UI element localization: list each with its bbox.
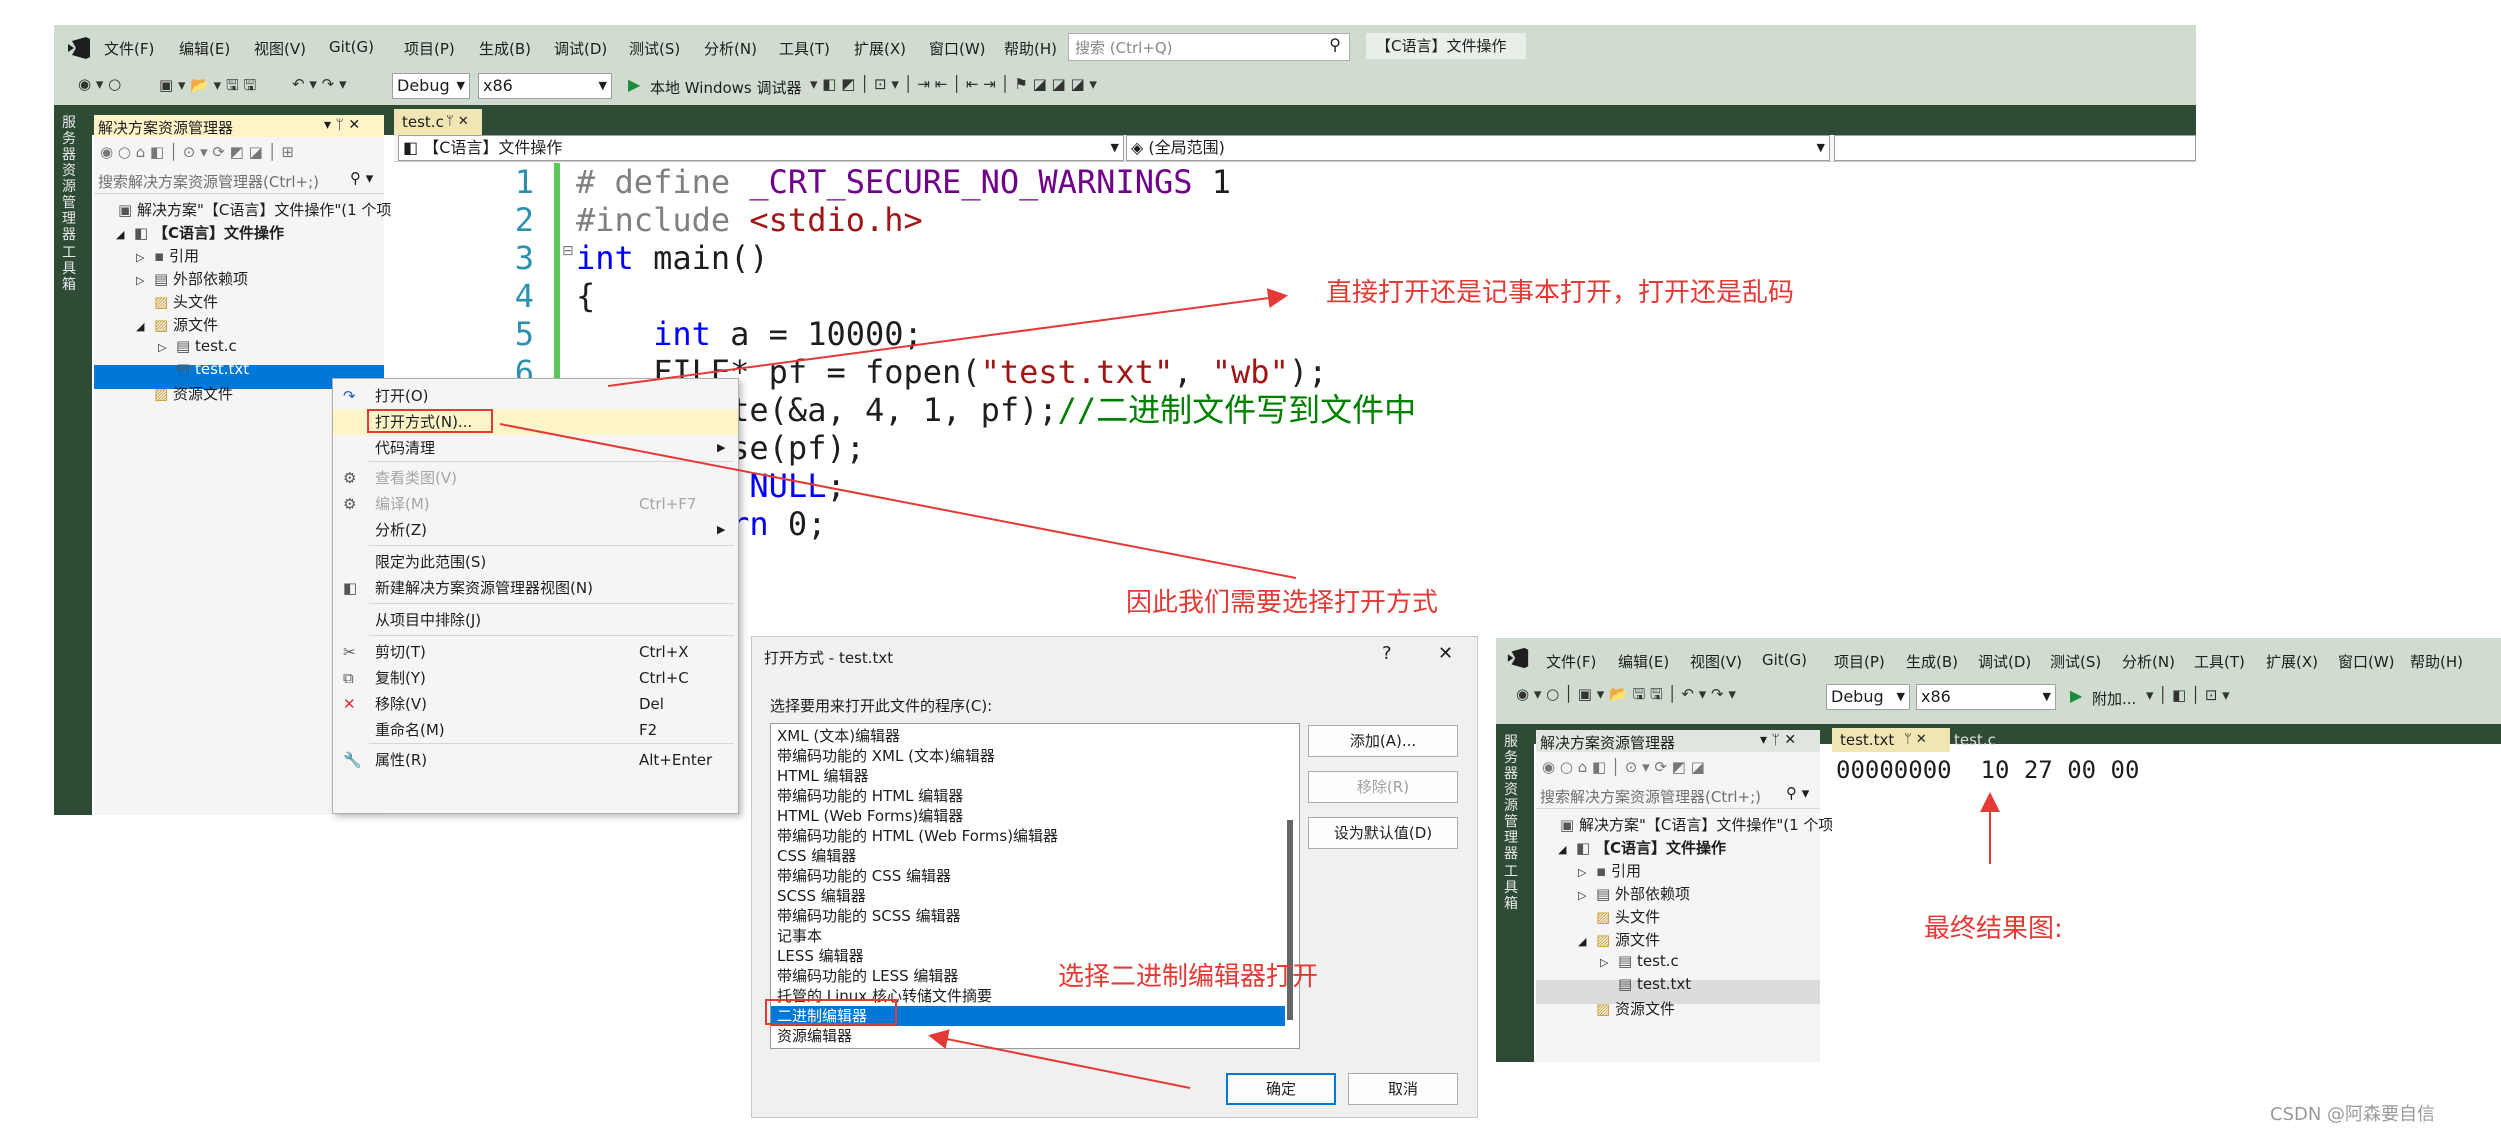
annotation-1: 直接打开还是记事本打开，打开还是乱码 xyxy=(1326,278,1795,308)
annotation-2: 因此我们需要选择打开方式 xyxy=(1126,588,1439,618)
watermark: CSDN @阿森要自信 xyxy=(2270,1104,2436,1125)
annotation-3: 选择二进制编辑器打开 xyxy=(1058,962,1319,992)
annotation-4: 最终结果图: xyxy=(1924,914,2063,944)
arrow-to-annotation-2 xyxy=(499,423,1297,579)
arrow-to-annotation-1 xyxy=(607,288,1288,387)
highlight-open-with xyxy=(367,409,493,433)
arrow-to-binary-editor xyxy=(928,1029,1191,1089)
highlight-binary-editor xyxy=(765,999,897,1025)
